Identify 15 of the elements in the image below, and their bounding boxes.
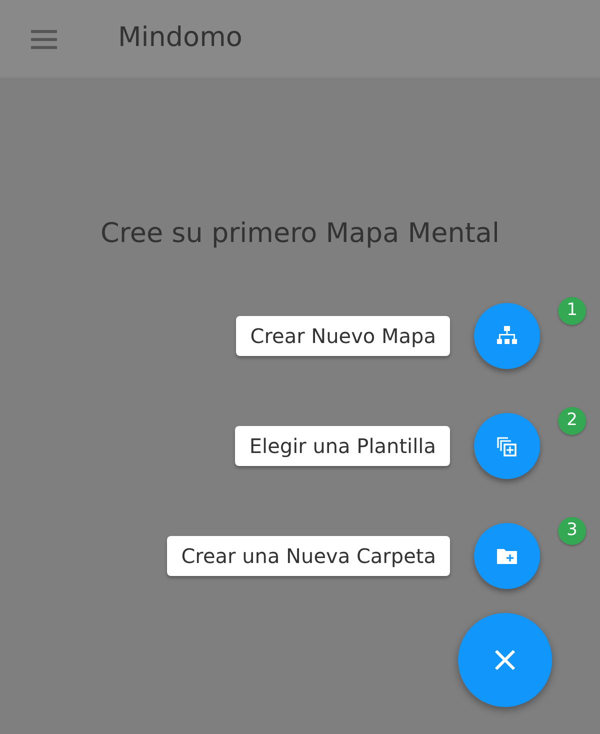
- step-number: 2: [558, 406, 586, 434]
- sitemap-icon: [496, 324, 518, 346]
- copy-plus-icon: [496, 434, 518, 456]
- action-button[interactable]: [474, 302, 540, 368]
- app-title: Mindomo: [118, 21, 242, 56]
- action-label[interactable]: Crear una Nueva Carpeta: [167, 536, 450, 576]
- step-number: 3: [558, 516, 586, 544]
- step-number: 1: [558, 296, 586, 324]
- action-label[interactable]: Crear Nuevo Mapa: [236, 316, 450, 356]
- action-label[interactable]: Elegir una Plantilla: [235, 426, 450, 466]
- empty-state-heading: Cree su primero Mapa Mental: [100, 217, 500, 251]
- action-button[interactable]: [474, 522, 540, 588]
- action-button[interactable]: [474, 412, 540, 478]
- close-icon: [494, 648, 516, 670]
- menu-icon: [31, 29, 57, 50]
